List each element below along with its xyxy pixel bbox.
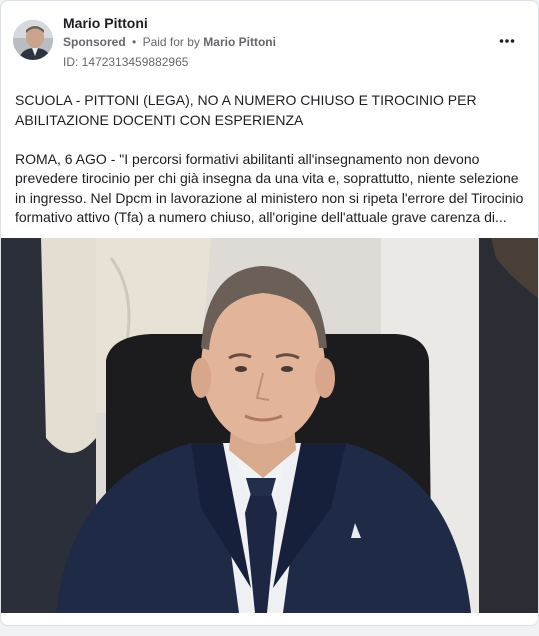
post-text: SCUOLA - PITTONI (LEGA), NO A NUMERO CHI… (15, 91, 527, 228)
photo-portrait (1, 238, 538, 613)
ad-id: ID: 1472313459882965 (63, 55, 189, 69)
paid-for-name[interactable]: Mario Pittoni (203, 35, 276, 49)
sponsored-label[interactable]: Sponsored (63, 35, 126, 49)
post-header: Mario Pittoni Sponsored • Paid for by Ma… (1, 1, 538, 79)
author-name[interactable]: Mario Pittoni (63, 15, 148, 31)
sponsored-meta: Sponsored • Paid for by Mario Pittoni (63, 35, 276, 49)
paid-for-prefix: Paid for by (142, 35, 200, 49)
post-headline: SCUOLA - PITTONI (LEGA), NO A NUMERO CHI… (15, 92, 477, 128)
more-options-button[interactable] (491, 29, 523, 53)
post-body: ROMA, 6 AGO - "I percorsi formativi abil… (15, 150, 524, 226)
avatar-image (13, 20, 53, 60)
post-photo[interactable] (1, 238, 538, 613)
author-avatar[interactable] (13, 20, 53, 60)
sponsored-post-card: Mario Pittoni Sponsored • Paid for by Ma… (0, 0, 539, 626)
meta-separator: • (132, 35, 137, 49)
more-horizontal-icon (499, 39, 515, 43)
